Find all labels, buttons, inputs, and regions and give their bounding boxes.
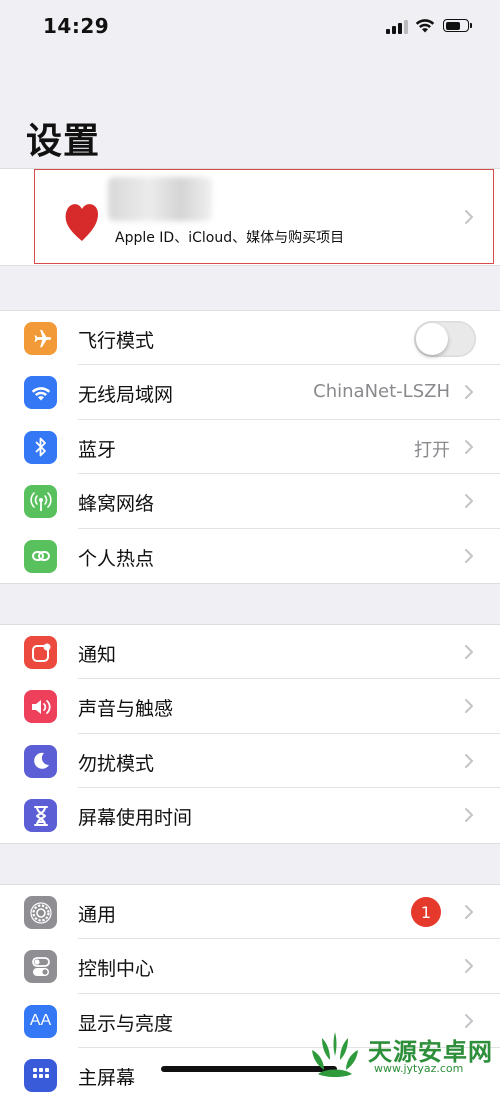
row-label: 个人热点 — [78, 547, 155, 570]
wifi-status-icon — [415, 19, 435, 33]
row-label: 蓝牙 — [78, 438, 117, 461]
chevron-right-icon — [465, 753, 473, 768]
switches-icon — [24, 950, 57, 984]
row-label: 勿扰模式 — [78, 752, 155, 775]
text-size-icon: AA — [24, 1004, 57, 1038]
notifications-icon — [24, 636, 57, 669]
apple-id-subtitle: Apple ID、iCloud、媒体与购买项目 — [115, 230, 345, 246]
chevron-right-icon — [465, 905, 473, 919]
row-screen-time[interactable]: 屏幕使用时间 — [0, 788, 500, 842]
moon-icon — [24, 744, 57, 778]
watermark: 天源安卓网 www.jytyaz.com — [306, 1030, 496, 1080]
settings-group-connectivity: 飞行模式 无线局域网 ChinaNet-LSZH 蓝牙 打开 蜂窝网络 个人热点 — [0, 310, 500, 584]
page-title: 设置 — [26, 121, 101, 162]
row-general[interactable]: 通用 1 — [0, 885, 500, 940]
row-label: 声音与触感 — [78, 698, 174, 721]
settings-group-notifications: 通知 声音与触感 勿扰模式 屏幕使用时间 — [0, 624, 500, 844]
hourglass-icon — [24, 799, 57, 833]
row-label: 通知 — [78, 644, 117, 666]
chevron-right-icon — [465, 959, 473, 974]
row-label: 显示与亮度 — [78, 1012, 174, 1035]
row-label: 蜂窝网络 — [78, 493, 155, 516]
avatar — [65, 204, 98, 241]
row-cellular[interactable]: 蜂窝网络 — [0, 474, 500, 529]
cellular-icon — [24, 485, 57, 519]
bluetooth-value: 打开 — [414, 439, 450, 461]
row-label: 主屏幕 — [78, 1067, 136, 1090]
airplane-icon — [24, 322, 57, 355]
gear-icon — [24, 896, 57, 929]
row-do-not-disturb[interactable]: 勿扰模式 — [0, 734, 500, 789]
blurred-name — [108, 177, 212, 221]
chevron-right-icon — [465, 385, 473, 400]
row-airplane-mode[interactable]: 飞行模式 — [0, 311, 500, 366]
chevron-right-icon — [465, 699, 473, 714]
chevron-right-icon — [465, 808, 473, 823]
chevron-right-icon — [465, 645, 473, 659]
cellular-signal-icon — [386, 20, 408, 34]
row-hotspot[interactable]: 个人热点 — [0, 529, 500, 583]
row-label: 控制中心 — [78, 958, 155, 981]
update-badge: 1 — [411, 897, 441, 927]
row-label: 通用 — [78, 904, 117, 926]
hotspot-icon — [24, 539, 57, 573]
row-label: 屏幕使用时间 — [78, 807, 193, 830]
row-label: 无线局域网 — [78, 384, 174, 407]
wifi-icon — [24, 376, 57, 410]
status-time: 14:29 — [43, 14, 110, 38]
row-notifications[interactable]: 通知 — [0, 625, 500, 680]
battery-icon — [443, 19, 472, 32]
row-control-center[interactable]: 控制中心 — [0, 939, 500, 994]
row-bluetooth[interactable]: 蓝牙 打开 — [0, 420, 500, 475]
airplane-mode-toggle[interactable] — [414, 321, 476, 357]
chevron-right-icon — [465, 210, 473, 224]
row-sounds[interactable]: 声音与触感 — [0, 679, 500, 734]
home-screen-icon — [24, 1059, 57, 1093]
chevron-right-icon — [465, 439, 473, 454]
bluetooth-icon — [24, 430, 57, 464]
chevron-right-icon — [465, 548, 473, 563]
chevron-right-icon — [465, 494, 473, 509]
row-wifi[interactable]: 无线局域网 ChinaNet-LSZH — [0, 365, 500, 420]
highlight-box — [34, 169, 494, 264]
apple-id-row[interactable]: Apple ID、iCloud、媒体与购买项目 — [0, 168, 500, 266]
watermark-logo-icon — [312, 1032, 358, 1077]
chevron-right-icon — [465, 1013, 473, 1028]
row-label: 飞行模式 — [78, 330, 155, 352]
wifi-network-value: ChinaNet-LSZH — [313, 381, 450, 403]
watermark-url: www.jytyaz.com — [374, 1062, 464, 1075]
sound-icon — [24, 690, 57, 724]
status-bar: 14:29 — [0, 0, 500, 56]
